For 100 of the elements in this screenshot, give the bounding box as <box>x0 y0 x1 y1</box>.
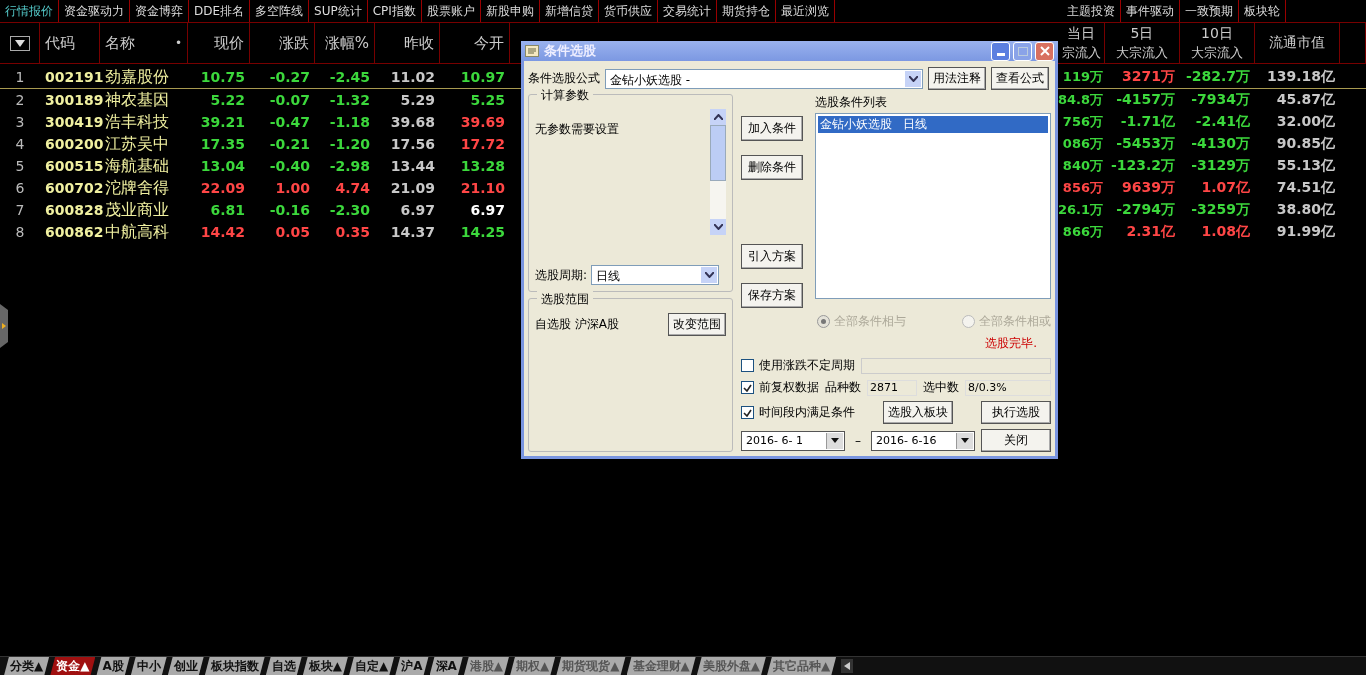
market-tab[interactable]: 创业 <box>167 656 204 675</box>
menu-tab[interactable]: CPI指数 <box>367 0 422 22</box>
market-tab[interactable]: 板块指数 <box>204 656 265 675</box>
table-cell-text: -0.27 <box>268 69 311 85</box>
date-separator: – <box>854 433 862 448</box>
row-number: 5 <box>14 158 26 174</box>
menu-tab[interactable]: 一致预期 <box>1180 0 1239 22</box>
column-header[interactable]: 10日 <box>1201 24 1233 43</box>
market-tab[interactable]: 自选 <box>265 656 302 675</box>
market-tab[interactable]: 资金▲ <box>50 656 96 675</box>
date-picker[interactable]: 2016- 6- 1 <box>741 430 845 451</box>
table-cell-text: 6.97 <box>469 202 506 218</box>
menu-tab[interactable]: 主题投资 <box>1062 0 1121 22</box>
scrollbar[interactable] <box>710 109 726 235</box>
stock-name: 沱牌舍得 <box>104 177 170 199</box>
market-tab[interactable]: 深A <box>429 656 463 675</box>
menu-tab[interactable]: 新增信贷 <box>539 0 599 22</box>
market-tab[interactable]: 沪A <box>395 656 429 675</box>
menu-tab[interactable]: 行情报价 <box>0 0 59 22</box>
condition-button[interactable]: 加入条件 <box>741 116 803 141</box>
checkbox[interactable]: 使用涨跌不定周期 <box>741 357 855 374</box>
menu-tab[interactable]: DDE排名 <box>189 0 251 22</box>
table-cell-text: -0.21 <box>268 136 311 152</box>
column-header[interactable]: 代码 <box>45 33 75 53</box>
column-header[interactable]: 昨收 <box>404 33 434 53</box>
table-cell-text: 866万 <box>1061 223 1104 241</box>
menu-tab[interactable]: 事件驱动 <box>1121 0 1180 22</box>
column-header[interactable]: 涨跌 <box>279 33 309 53</box>
table-cell-text: 17.56 <box>389 136 436 152</box>
add-to-block-button[interactable]: 选股入板块 <box>883 401 953 424</box>
table-cell-text: 21.09 <box>389 180 436 196</box>
sort-marker: • <box>174 36 182 50</box>
menu-tab[interactable]: 期货持仓 <box>716 0 776 22</box>
menu-tab[interactable]: 新股申购 <box>480 0 540 22</box>
table-cell-text: 13.44 <box>389 158 436 174</box>
condition-button[interactable]: 引入方案 <box>741 244 803 269</box>
checkbox[interactable]: 时间段内满足条件 <box>741 404 855 421</box>
run-button[interactable]: 执行选股 <box>981 401 1051 424</box>
usage-notes-button[interactable]: 用法注释 <box>928 67 986 90</box>
checkbox[interactable]: 前复权数据 <box>741 379 819 396</box>
side-panel-handle[interactable] <box>0 304 8 348</box>
table-cell-text: 17.35 <box>199 136 246 152</box>
menu-tab[interactable]: 板块轮 <box>1239 0 1286 22</box>
maximize-icon <box>1017 46 1028 56</box>
menu-tab[interactable]: 最近浏览 <box>775 0 835 22</box>
chevron-up-icon[interactable] <box>713 114 723 120</box>
window-icon <box>525 45 539 57</box>
condition-button[interactable]: 删除条件 <box>741 155 803 180</box>
column-header[interactable]: 名称 <box>105 33 135 53</box>
table-cell-text: 74.51亿 <box>1275 179 1336 197</box>
table-cell-text: 11.02 <box>389 69 436 85</box>
column-header[interactable]: 今开 <box>474 33 504 53</box>
stock-name: 劲嘉股份 <box>104 66 170 88</box>
column-header[interactable]: 5日 <box>1130 24 1154 43</box>
table-cell-text: 856万 <box>1061 179 1104 197</box>
menu-tab[interactable]: 股票账户 <box>421 0 481 22</box>
date-picker[interactable]: 2016- 6-16 <box>871 430 975 451</box>
stock-name: 中航高科 <box>104 221 170 243</box>
table-cell-text: -0.40 <box>268 158 311 174</box>
menu-tab[interactable]: 资金驱动力 <box>59 0 130 22</box>
market-tab[interactable]: 板块▲ <box>302 656 348 675</box>
table-cell-text: 139.18亿 <box>1265 68 1336 86</box>
column-subheader: 大宗流入 <box>1116 43 1168 62</box>
table-cell-text: 21.10 <box>459 180 506 196</box>
scroll-left-icon[interactable] <box>841 659 854 673</box>
column-header[interactable]: 当日 <box>1067 24 1095 43</box>
market-tab[interactable]: 中小 <box>130 656 167 675</box>
market-tab[interactable]: 自定▲ <box>349 656 395 675</box>
column-header[interactable]: 现价 <box>214 33 244 53</box>
formula-dropdown[interactable]: 金钻小妖选股 - <box>605 68 923 89</box>
table-cell-text: -0.07 <box>268 92 311 108</box>
table-cell-text: -5453万 <box>1115 135 1176 153</box>
condition-button[interactable]: 保存方案 <box>741 283 803 308</box>
menu-tab[interactable]: 货币供应 <box>598 0 658 22</box>
menu-tab[interactable]: 交易统计 <box>657 0 717 22</box>
minimize-button[interactable] <box>991 41 1010 61</box>
table-cell-text: 91.99亿 <box>1275 223 1336 241</box>
close-dialog-button[interactable]: 关闭 <box>981 429 1051 452</box>
view-formula-button[interactable]: 查看公式 <box>991 67 1049 90</box>
column-header[interactable]: 涨幅% <box>324 33 369 53</box>
list-item[interactable]: 金钻小妖选股 日线 <box>818 116 1048 133</box>
market-tab[interactable]: 分类▲ <box>4 656 50 675</box>
scope-text: 自选股 沪深A股 <box>535 316 620 333</box>
table-cell-text: 1.07亿 <box>1200 179 1251 197</box>
menu-tab[interactable]: 多空阵线 <box>250 0 310 22</box>
close-button[interactable] <box>1035 41 1054 61</box>
table-cell-text: 6.97 <box>399 202 436 218</box>
menu-tab[interactable]: 资金博弈 <box>130 0 189 22</box>
menu-tab[interactable]: SUP统计 <box>309 0 368 22</box>
count-label: 品种数 <box>825 379 861 396</box>
dropdown-icon[interactable] <box>9 35 30 51</box>
row-number: 3 <box>14 114 26 130</box>
period-dropdown[interactable]: 日线 <box>591 265 720 285</box>
column-header[interactable]: 流通市值 <box>1269 34 1325 52</box>
table-cell-text: 39.69 <box>459 114 506 130</box>
chevron-down-icon[interactable] <box>713 224 723 230</box>
market-tab[interactable]: A股 <box>96 656 130 675</box>
table-cell-text: -0.16 <box>268 202 311 218</box>
change-scope-button[interactable]: 改变范围 <box>668 313 726 336</box>
chevron-down-icon <box>908 75 918 82</box>
